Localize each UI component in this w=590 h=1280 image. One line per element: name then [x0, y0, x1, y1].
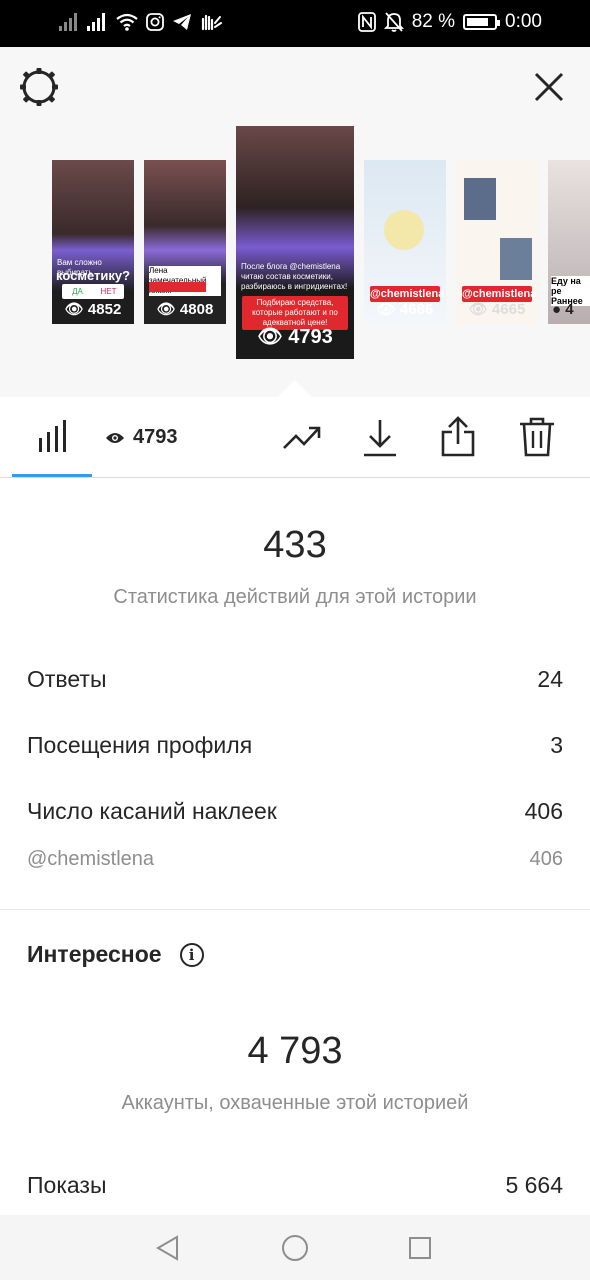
clock: 0:00 — [505, 11, 542, 32]
stat-label: Показы — [27, 1172, 107, 1198]
section-title-text: Интересное — [27, 941, 162, 967]
story-image — [500, 238, 532, 280]
battery-percent: 82 % — [411, 11, 456, 32]
battery-icon — [463, 14, 501, 30]
back-triangle-icon[interactable] — [155, 1234, 181, 1262]
status-icons — [58, 12, 222, 32]
eye-icon — [106, 432, 124, 443]
hand-wave-icon — [201, 14, 222, 31]
signal-icon — [87, 13, 105, 31]
wifi-icon — [116, 13, 138, 31]
views-count[interactable]: 4793 — [105, 426, 178, 449]
section-divider — [0, 909, 590, 910]
nfc-icon — [357, 12, 376, 32]
poll-option-no: НЕТ — [100, 287, 117, 296]
recents-square-icon[interactable] — [408, 1236, 432, 1260]
actions-total: 433 — [263, 524, 327, 566]
stat-subrow-mention[interactable]: @chemistlena 406 — [27, 848, 563, 871]
trash-icon[interactable] — [518, 416, 556, 458]
info-icon[interactable]: i — [179, 942, 204, 967]
stat-label: @chemistlena — [27, 848, 155, 870]
story-views: 👁 4665 — [468, 301, 526, 318]
stat-value: 406 — [529, 848, 563, 870]
stat-value: 24 — [537, 666, 563, 692]
story-thumbnail[interactable]: Еду на ре Раннее ● 4 — [548, 160, 590, 324]
story-views: 👁 4793 — [257, 326, 333, 348]
reach-total: 4 793 — [247, 1030, 343, 1072]
selected-pointer — [278, 380, 312, 397]
stat-row-sticker-taps: Число касаний наклеек 406 — [27, 798, 563, 825]
poll-option-yes: ДА — [72, 287, 83, 296]
gear-icon[interactable] — [18, 66, 60, 108]
story-headline: косметику? — [56, 268, 131, 283]
story-image — [464, 178, 496, 220]
share-icon[interactable] — [440, 416, 476, 458]
story-thumbnail[interactable]: Вам сложно выбирать косметику? ДА НЕТ 👁 … — [52, 160, 134, 324]
story-poll: ДА НЕТ — [62, 284, 124, 299]
story-views: ● 4 — [552, 301, 574, 318]
stat-value: 3 — [550, 732, 563, 758]
download-icon[interactable] — [362, 418, 398, 458]
story-thumbnail[interactable]: @chemistlena 👁 4665 — [456, 160, 538, 324]
signal-icon — [59, 13, 77, 31]
discovery-section-title: Интересное i — [27, 941, 204, 968]
story-views: 👁 4686 — [376, 301, 434, 318]
stat-label: Ответы — [27, 666, 107, 692]
stat-value: 5 664 — [505, 1172, 563, 1198]
story-image — [384, 210, 424, 250]
stat-row-replies: Ответы 24 — [27, 666, 563, 693]
close-icon[interactable] — [530, 68, 568, 106]
stat-row-impressions: Показы 5 664 — [27, 1172, 563, 1199]
story-thumbnail[interactable]: Лена замечательный химик 👁 4808 — [144, 160, 226, 324]
reach-label: Аккаунты, охваченные этой историей — [121, 1092, 469, 1114]
story-thumbnail[interactable]: @chemistlena 👁 4686 — [364, 160, 446, 324]
stat-label: Число касаний наклеек — [27, 798, 277, 824]
system-nav-bar — [0, 1215, 590, 1280]
instagram-icon — [146, 13, 164, 31]
story-thumbnail-selected[interactable]: После блога @chemistlena читаю состав ко… — [236, 126, 354, 359]
bar-chart-icon[interactable] — [38, 420, 68, 454]
story-caption: После блога @chemistlena читаю состав ко… — [241, 262, 348, 291]
story-views: 👁 4852 — [64, 301, 122, 318]
tab-underline — [12, 474, 92, 477]
trending-up-icon[interactable] — [282, 424, 322, 452]
views-value: 4793 — [133, 426, 178, 448]
home-circle-icon[interactable] — [281, 1234, 309, 1262]
status-bar: 82 % 0:00 — [0, 0, 590, 47]
telegram-icon — [173, 14, 191, 30]
stat-label: Посещения профиля — [27, 732, 253, 758]
status-right: 82 % 0:00 — [357, 11, 542, 33]
stat-row-profile-visits: Посещения профиля 3 — [27, 732, 563, 759]
story-views: 👁 4808 — [156, 301, 214, 318]
actions-label: Статистика действий для этой истории — [113, 586, 477, 608]
mute-icon — [383, 12, 404, 32]
stat-value: 406 — [524, 798, 563, 824]
story-highlight — [149, 282, 206, 292]
